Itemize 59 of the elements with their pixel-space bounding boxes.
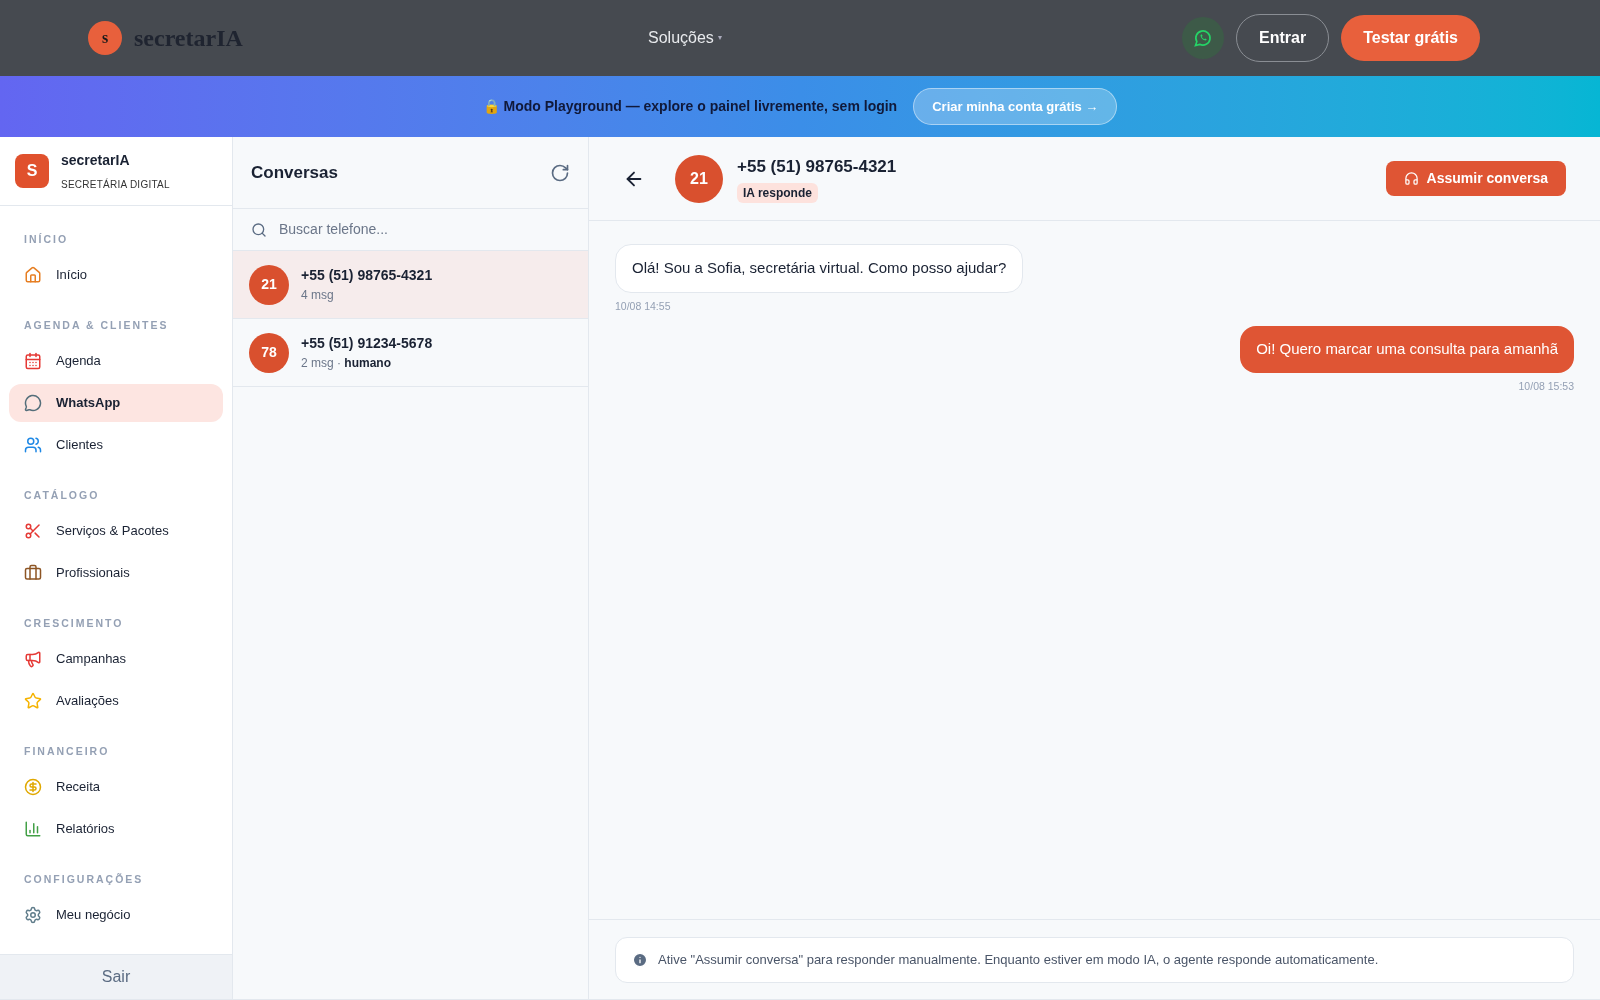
section-title: FINANCEIRO (23, 744, 111, 760)
message-time: 10/08 15:53 (1518, 378, 1574, 394)
nav-item[interactable]: Agenda (9, 342, 223, 380)
conversation-item[interactable]: 78 +55 (51) 91234-5678 2 msg · humano (233, 319, 588, 387)
contact-avatar: 21 (675, 154, 723, 203)
contact-phone: +55 (51) 98765-4321 (301, 266, 433, 285)
contact-phone: +55 (51) 98765-4321 (737, 156, 897, 179)
refresh-icon[interactable] (550, 162, 570, 183)
banner-text: 🔒 Modo Playground — explore o painel livremente, sem login (482, 97, 898, 116)
bar-chart-icon (24, 820, 42, 838)
section-title: CRESCIMENTO (23, 616, 125, 632)
section-title: CATÁLOGO (23, 488, 101, 504)
star-icon (24, 692, 42, 710)
app-tagline: SECRETÁRIA DIGITAL (61, 177, 170, 192)
conversation-item[interactable]: 21 +55 (51) 98765-4321 4 msg (233, 251, 588, 319)
people-icon (24, 436, 42, 454)
nav-item[interactable]: Início (9, 256, 223, 294)
conversation-meta: 4 msg (301, 287, 335, 304)
contact-avatar: 21 (249, 264, 289, 305)
nav-item[interactable]: Receita (9, 768, 223, 806)
nav-item[interactable]: WhatsApp (9, 384, 223, 422)
nav-item[interactable]: Campanhas (9, 640, 223, 678)
whatsapp-icon (1193, 28, 1213, 48)
info-icon (632, 951, 648, 968)
nav-item[interactable]: Avaliações (9, 682, 223, 720)
solutions-menu[interactable]: Soluções ▾ (648, 26, 722, 50)
notice-text: Ative "Assumir conversa" para responder manualmente. Enquanto estiver em modo IA, o agente responde automaticamente. (658, 950, 1379, 969)
search-icon (251, 221, 267, 238)
take-over-button[interactable]: Assumir conversa (1385, 161, 1566, 196)
status-badge: IA responde (737, 182, 818, 203)
gear-icon (24, 906, 42, 924)
scissors-icon (24, 522, 42, 540)
nav-item[interactable]: Meu negócio (9, 896, 223, 934)
message-bubble: Oi! Quero marcar uma consulta para amanhã (1240, 326, 1574, 373)
nav-item[interactable]: Profissionais (9, 554, 223, 592)
message-bubble: Olá! Sou a Sofia, secretária virtual. Como posso ajudar? (615, 244, 1024, 293)
megaphone-icon (24, 650, 42, 668)
contact-avatar: 78 (249, 332, 289, 373)
nav-item[interactable]: Relatórios (9, 810, 223, 848)
section-title: AGENDA & CLIENTES (23, 318, 170, 334)
briefcase-icon (24, 564, 42, 582)
logout-button[interactable]: Sair (0, 954, 232, 999)
message-time: 10/08 14:55 (615, 298, 671, 314)
nav-item[interactable]: Clientes (9, 426, 223, 464)
house-icon (24, 266, 42, 284)
calendar-icon (24, 352, 42, 370)
search-field[interactable]: Buscar telefone... (279, 219, 570, 240)
app-name: secretarIA (61, 151, 131, 170)
contact-phone: +55 (51) 91234-5678 (301, 334, 433, 353)
conversation-meta: 2 msg · humano (301, 355, 392, 372)
section-title: INÍCIO (23, 232, 70, 248)
headset-icon (1403, 171, 1419, 186)
logo-mark: s (88, 21, 122, 55)
nav-item[interactable]: Serviços & Pacotes (9, 512, 223, 550)
whatsapp-button[interactable] (1182, 17, 1224, 59)
section-title: CONFIGURAÇÕES (23, 872, 145, 888)
panel-title: Conversas (251, 161, 338, 184)
app-logo: S (15, 154, 49, 188)
speech-bubble-icon (24, 394, 42, 412)
